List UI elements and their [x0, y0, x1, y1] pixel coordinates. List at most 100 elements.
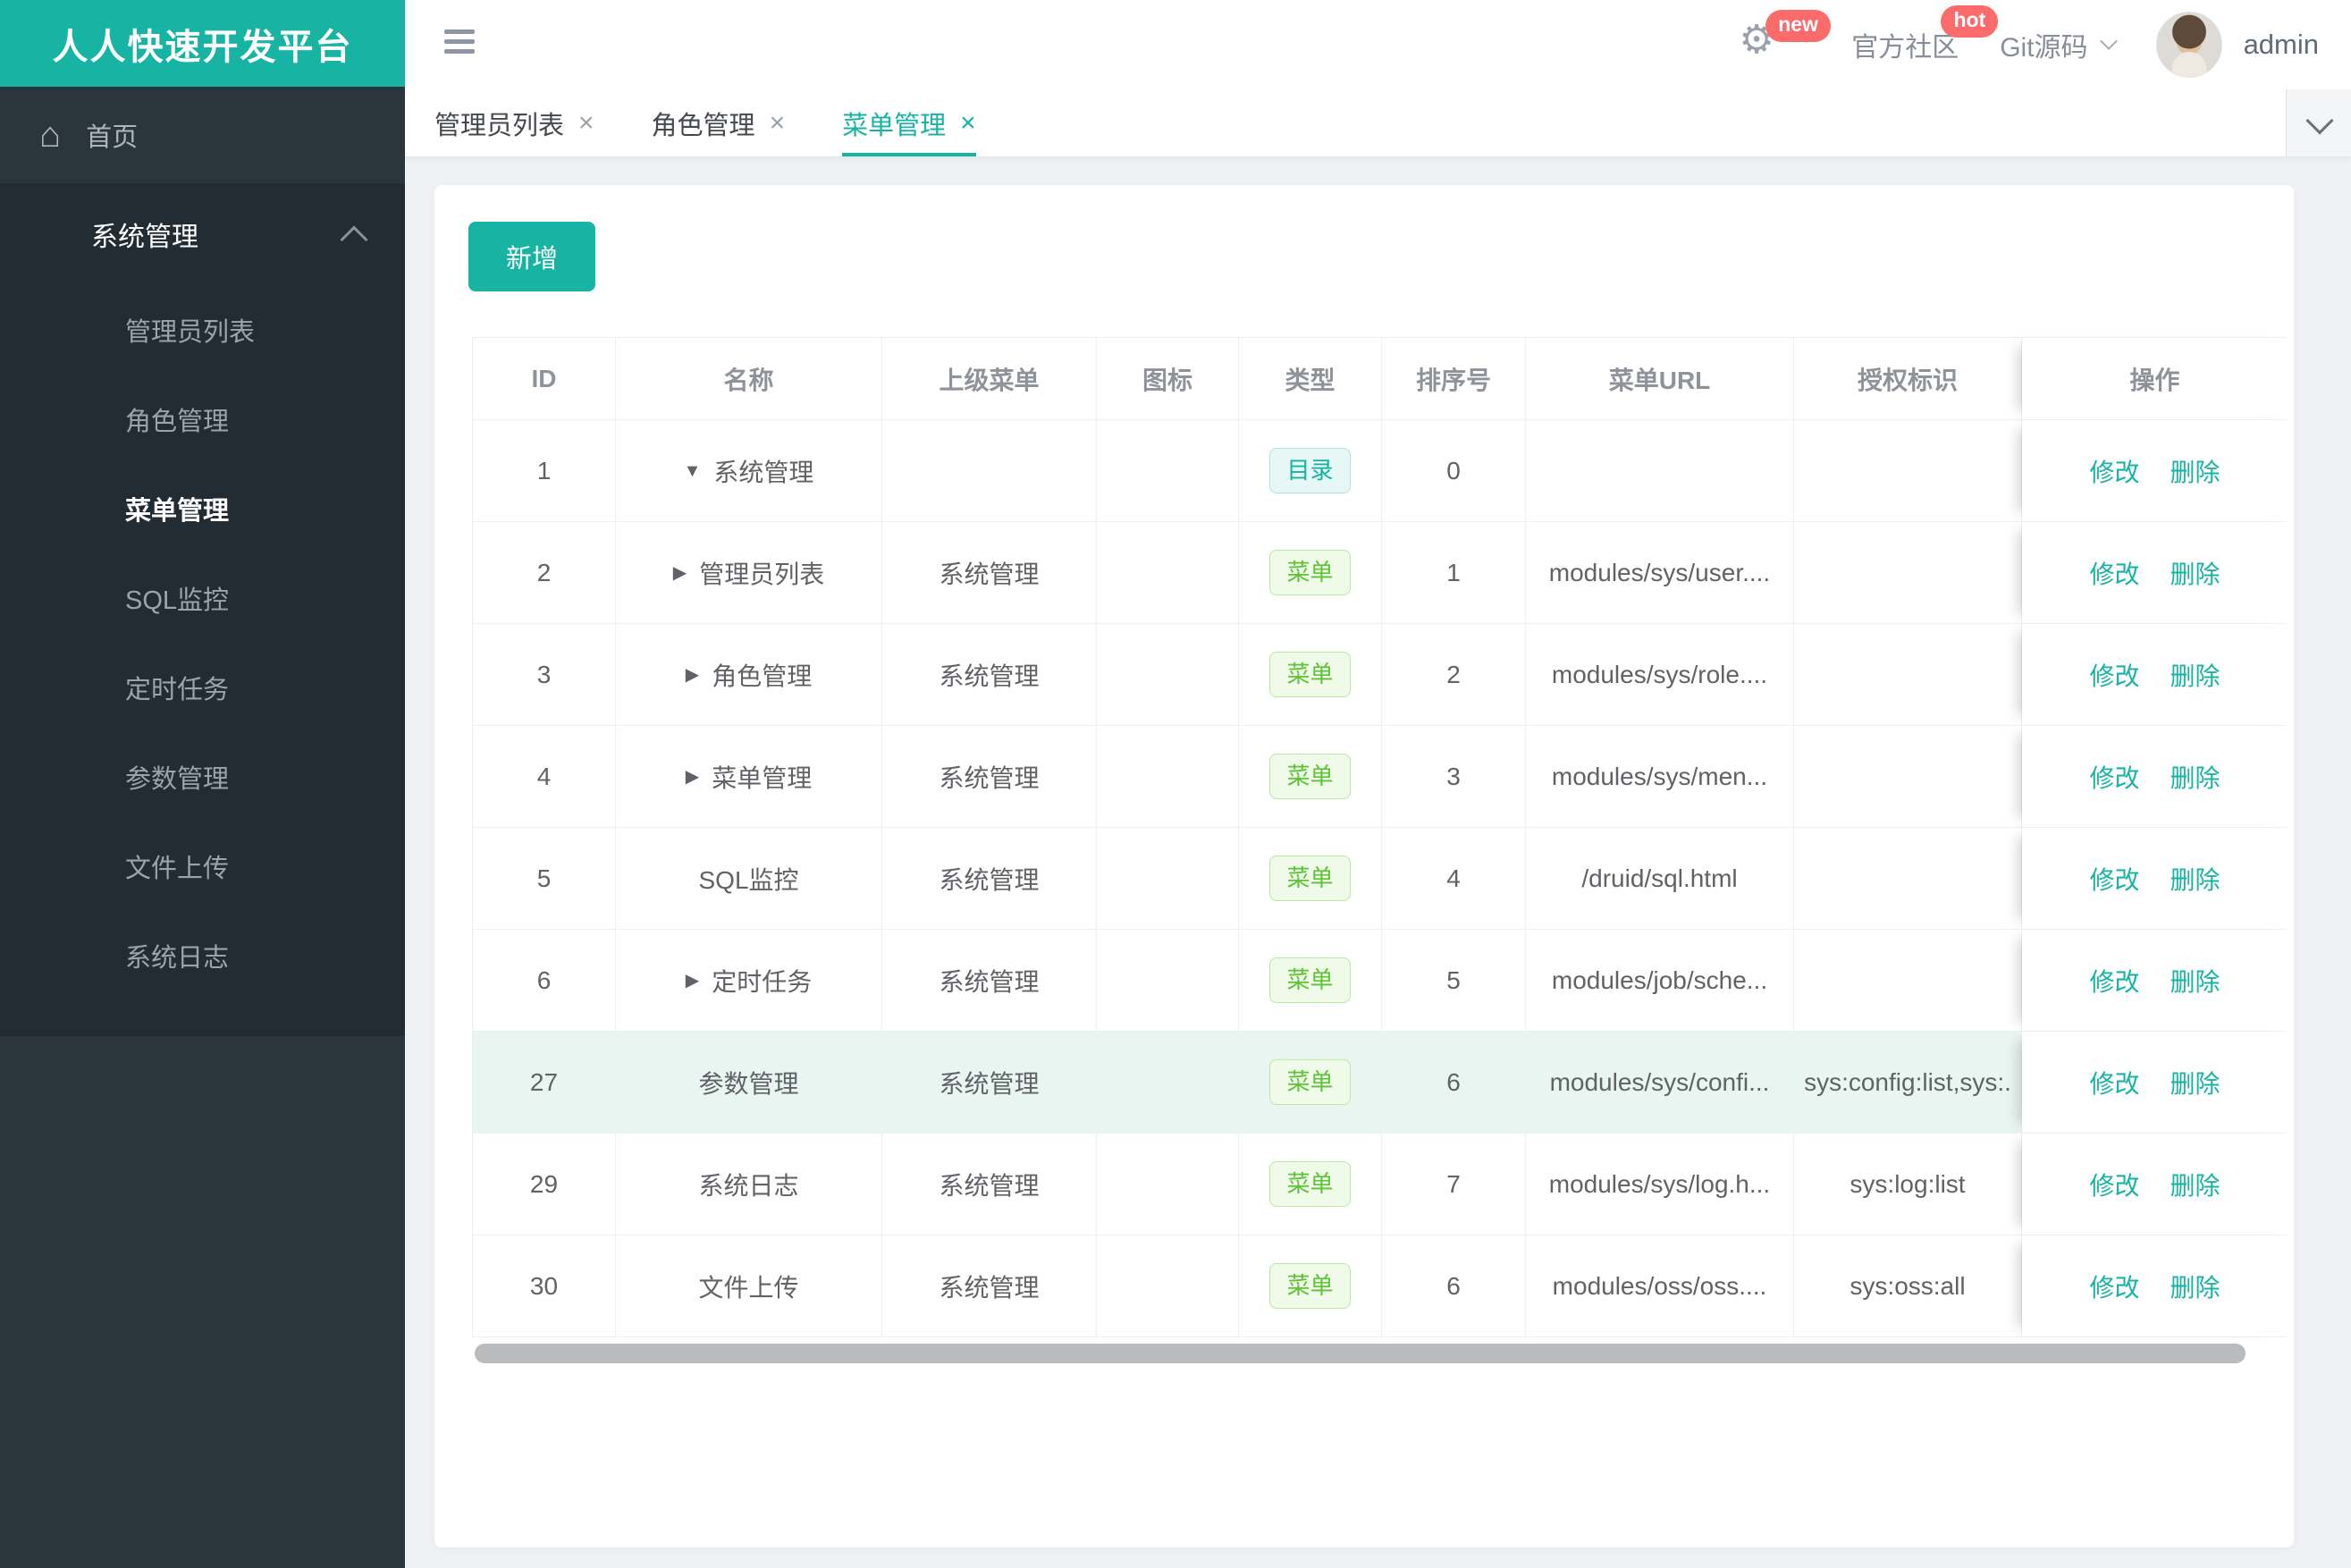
- cell-id: 6: [473, 930, 616, 1031]
- tabs-overflow-button[interactable]: [2286, 89, 2351, 156]
- hamburger-menu-icon[interactable]: [444, 30, 475, 56]
- delete-link[interactable]: 删除: [2170, 453, 2220, 489]
- settings-button[interactable]: ⚙ new: [1739, 10, 1831, 76]
- cell-url: modules/sys/confi...: [1526, 1032, 1794, 1133]
- cell-parent: 系统管理: [882, 930, 1097, 1031]
- sidebar-item[interactable]: 管理员列表: [0, 285, 405, 375]
- delete-link[interactable]: 删除: [2170, 657, 2220, 693]
- edit-link[interactable]: 修改: [2089, 963, 2139, 999]
- cell-parent: 系统管理: [882, 624, 1097, 725]
- sidebar-item[interactable]: SQL监控: [0, 553, 405, 643]
- column-header: 菜单URL: [1526, 338, 1794, 419]
- cell-url: modules/oss/oss....: [1526, 1235, 1794, 1336]
- delete-link[interactable]: 删除: [2170, 963, 2220, 999]
- table-row: 1 ▼ 系统管理 目录 0 修改 删除: [473, 420, 2288, 522]
- tab-close-icon[interactable]: ×: [770, 108, 786, 139]
- tab-角色管理[interactable]: 角色管理 ×: [652, 89, 786, 156]
- sidebar-item-label: SQL监控: [125, 586, 230, 615]
- expand-arrow-down-icon[interactable]: ▼: [684, 462, 702, 480]
- type-badge: 菜单: [1269, 1161, 1351, 1207]
- chevron-down-icon: [2305, 106, 2334, 135]
- edit-link[interactable]: 修改: [2089, 759, 2139, 795]
- edit-link[interactable]: 修改: [2089, 1065, 2139, 1100]
- tab-管理员列表[interactable]: 管理员列表 ×: [434, 89, 594, 156]
- cell-icon: [1097, 1032, 1239, 1133]
- column-header: 名称: [616, 338, 882, 419]
- cell-type: 菜单: [1239, 1032, 1382, 1133]
- cell-order: 6: [1382, 1032, 1526, 1133]
- cell-name: ▶ 菜单管理: [616, 726, 882, 827]
- sidebar-open-menu: 系统管理 管理员列表 角色管理 菜单管理 SQL监控定时任务参数管理文件上传系统日志: [0, 183, 405, 1036]
- cell-order: 1: [1382, 522, 1526, 623]
- user-menu[interactable]: admin: [2155, 12, 2319, 78]
- cell-icon: [1097, 1235, 1239, 1336]
- cell-perms: [1794, 624, 2022, 725]
- type-badge: 菜单: [1269, 652, 1351, 697]
- cell-type: 菜单: [1239, 726, 1382, 827]
- edit-link[interactable]: 修改: [2089, 555, 2139, 591]
- cell-type: 菜单: [1239, 1235, 1382, 1336]
- expand-arrow-right-icon[interactable]: ▶: [686, 972, 699, 990]
- menu-name: 参数管理: [698, 1069, 799, 1098]
- sidebar-item[interactable]: 菜单管理: [0, 464, 405, 553]
- expand-arrow-right-icon[interactable]: ▶: [686, 768, 699, 786]
- sidebar-item[interactable]: 文件上传: [0, 822, 405, 911]
- sidebar-home-label: 首页: [86, 123, 139, 152]
- sidebar-item[interactable]: 参数管理: [0, 732, 405, 822]
- cell-id: 3: [473, 624, 616, 725]
- cell-order: 5: [1382, 930, 1526, 1031]
- tab-close-icon[interactable]: ×: [578, 108, 594, 139]
- cell-url: [1526, 420, 1794, 521]
- delete-link[interactable]: 删除: [2170, 555, 2220, 591]
- cell-order: 0: [1382, 420, 1526, 521]
- table-row: 30 文件上传 系统管理 菜单 6 modules/oss/oss.... sys:oss:…: [473, 1235, 2288, 1337]
- sidebar-item[interactable]: 系统日志: [0, 911, 405, 1000]
- cell-name: ▶ 定时任务: [616, 930, 882, 1031]
- delete-link[interactable]: 删除: [2170, 1269, 2220, 1304]
- content-card: 新增 ID 名称 上级菜单 图标 类型 排序号 菜单URL 授权标识 操作 1 ▼ 系统管理 目录 0 修改…: [434, 185, 2294, 1547]
- edit-link[interactable]: 修改: [2089, 861, 2139, 897]
- cell-icon: [1097, 522, 1239, 623]
- cell-type: 菜单: [1239, 828, 1382, 929]
- sidebar-group-system[interactable]: 系统管理: [0, 183, 405, 285]
- cell-perms: [1794, 726, 2022, 827]
- cell-icon: [1097, 624, 1239, 725]
- main-content: 新增 ID 名称 上级菜单 图标 类型 排序号 菜单URL 授权标识 操作 1 ▼ 系统管理 目录 0 修改…: [405, 157, 2351, 1568]
- edit-link[interactable]: 修改: [2089, 657, 2139, 693]
- cell-name: ▼ 系统管理: [616, 420, 882, 521]
- type-badge: 菜单: [1269, 856, 1351, 901]
- home-icon: ⌂: [39, 115, 62, 155]
- table-row: 27 参数管理 系统管理 菜单 6 modules/sys/confi... sys:con…: [473, 1032, 2288, 1134]
- tab-菜单管理[interactable]: 菜单管理 ×: [842, 89, 976, 156]
- edit-link[interactable]: 修改: [2089, 453, 2139, 489]
- sidebar-item-home[interactable]: ⌂ 首页: [0, 87, 405, 183]
- sidebar-item-label: 文件上传: [125, 855, 230, 883]
- expand-arrow-right-icon[interactable]: ▶: [673, 564, 687, 582]
- sidebar-item[interactable]: 定时任务: [0, 643, 405, 732]
- delete-link[interactable]: 删除: [2170, 1065, 2220, 1100]
- git-source-dropdown[interactable]: Git源码: [2000, 25, 2118, 64]
- sidebar-item-label: 参数管理: [125, 765, 230, 794]
- cell-icon: [1097, 930, 1239, 1031]
- menu-name: SQL监控: [698, 865, 799, 894]
- cell-url: modules/sys/user....: [1526, 522, 1794, 623]
- edit-link[interactable]: 修改: [2089, 1269, 2139, 1304]
- cell-id: 1: [473, 420, 616, 521]
- column-header: 排序号: [1382, 338, 1526, 419]
- delete-link[interactable]: 删除: [2170, 1167, 2220, 1202]
- delete-link[interactable]: 删除: [2170, 861, 2220, 897]
- column-header: 上级菜单: [882, 338, 1097, 419]
- menu-name: 系统管理: [713, 458, 814, 486]
- cell-actions: 修改 删除: [2022, 1134, 2288, 1235]
- add-button[interactable]: 新增: [468, 222, 595, 291]
- tab-close-icon[interactable]: ×: [960, 108, 976, 139]
- sidebar-item[interactable]: 角色管理: [0, 375, 405, 464]
- table-row: 4 ▶ 菜单管理 系统管理 菜单 3 modules/sys/men... 修改 删除: [473, 726, 2288, 828]
- new-badge: new: [1765, 10, 1831, 42]
- expand-arrow-right-icon[interactable]: ▶: [686, 666, 699, 684]
- community-link[interactable]: 官方社区 hot: [1851, 5, 1999, 64]
- delete-link[interactable]: 删除: [2170, 759, 2220, 795]
- horizontal-scrollbar[interactable]: [475, 1344, 2246, 1363]
- table-header-row: ID 名称 上级菜单 图标 类型 排序号 菜单URL 授权标识 操作: [473, 338, 2288, 420]
- edit-link[interactable]: 修改: [2089, 1167, 2139, 1202]
